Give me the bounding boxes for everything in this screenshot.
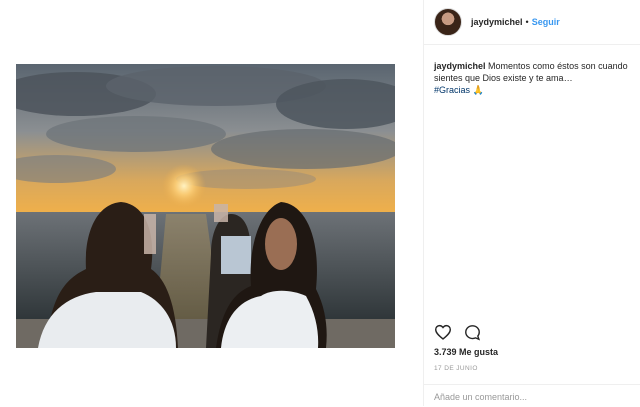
praying-hands-emoji: 🙏 bbox=[472, 85, 484, 95]
likes-count[interactable]: 3.739 Me gusta bbox=[434, 347, 498, 357]
author-avatar[interactable] bbox=[434, 8, 462, 36]
caption-hashtag[interactable]: #Gracias bbox=[434, 85, 470, 95]
instagram-post: jaydymichel • Seguir jaydymichel Momento… bbox=[0, 0, 640, 406]
comment-form bbox=[424, 384, 640, 407]
comment-input[interactable] bbox=[434, 390, 624, 404]
post-header: jaydymichel • Seguir bbox=[424, 0, 640, 45]
post-caption: jaydymichel Momentos como éstos son cuan… bbox=[434, 60, 634, 96]
post-date[interactable]: 17 DE JUNIO bbox=[434, 365, 478, 372]
sunset-beach-photo bbox=[16, 64, 395, 348]
header-separator: • bbox=[525, 17, 529, 27]
post-actions bbox=[434, 322, 481, 342]
post-sidebar: jaydymichel • Seguir jaydymichel Momento… bbox=[423, 0, 640, 406]
heart-icon[interactable] bbox=[434, 324, 452, 340]
caption-username[interactable]: jaydymichel bbox=[434, 61, 486, 71]
follow-button[interactable]: Seguir bbox=[532, 17, 560, 27]
comment-bubble-icon[interactable] bbox=[464, 324, 481, 341]
post-photo[interactable] bbox=[16, 64, 395, 348]
author-username[interactable]: jaydymichel bbox=[471, 17, 523, 27]
